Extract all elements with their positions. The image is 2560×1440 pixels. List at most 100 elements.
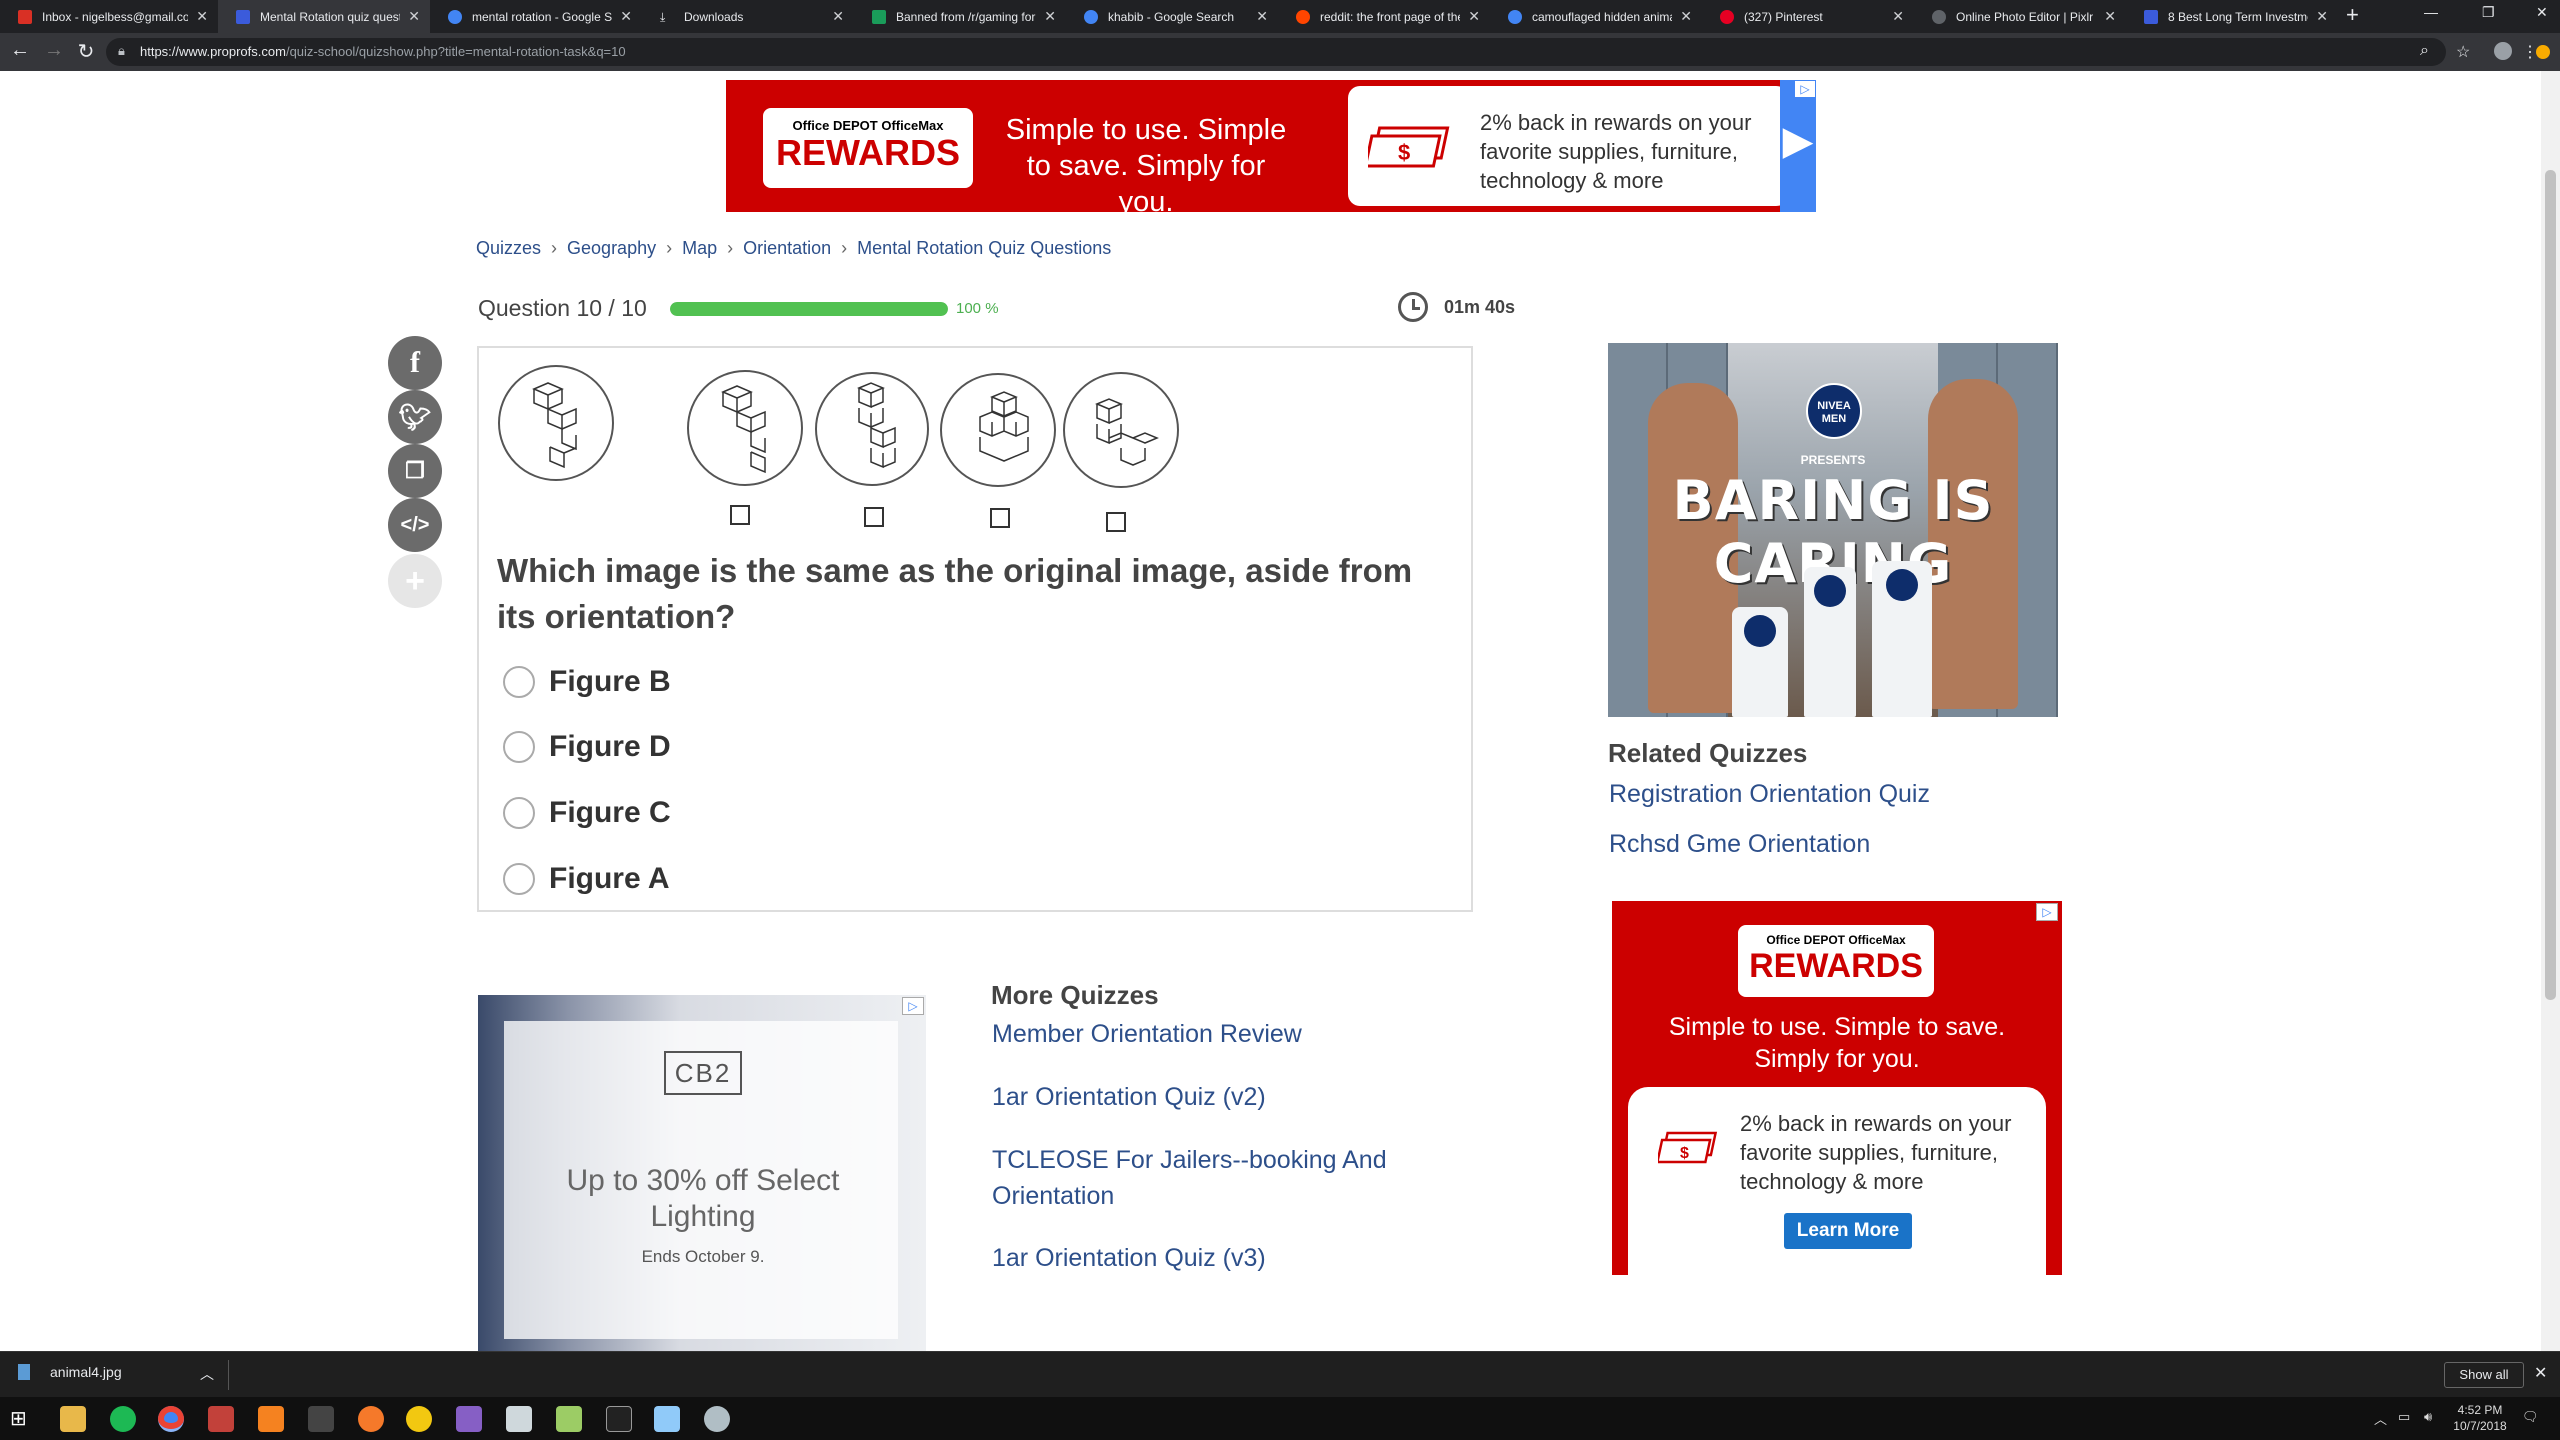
bookmark-star-icon[interactable]: ☆ (2456, 42, 2470, 62)
side-rewards-ad[interactable]: Office DEPOT OfficeMax REWARDS Simple to… (1612, 901, 2062, 1275)
back-button[interactable]: ← (8, 39, 32, 62)
breadcrumb-geography[interactable]: Geography (567, 238, 656, 258)
breadcrumb-quizzes[interactable]: Quizzes (476, 238, 541, 258)
radio-button[interactable] (503, 863, 535, 895)
twitter-icon[interactable]: 🐦︎ (388, 390, 442, 444)
network-icon[interactable]: ▭ (2398, 1409, 2410, 1425)
radio-button[interactable] (503, 797, 535, 829)
close-icon[interactable]: ✕ (408, 8, 420, 25)
close-icon[interactable]: ✕ (2104, 8, 2116, 25)
notification-icon[interactable]: 🗨︎ (2522, 1409, 2539, 1425)
tab-khabib[interactable]: khabib - Google Search ✕ (1066, 0, 1278, 33)
more-quiz-link[interactable]: Member Orientation Review (992, 1016, 1412, 1052)
tab-camouflaged[interactable]: camouflaged hidden animals ✕ (1490, 0, 1702, 33)
close-icon[interactable]: ✕ (1044, 8, 1056, 25)
learn-more-button[interactable]: Learn More (1784, 1213, 1912, 1249)
related-quiz-link[interactable]: Registration Orientation Quiz (1609, 780, 1930, 809)
unity-icon[interactable] (308, 1406, 334, 1432)
tab-pixlr[interactable]: Online Photo Editor | Pixlr E ✕ (1914, 0, 2126, 33)
embed-icon[interactable]: </> (388, 498, 442, 552)
show-all-button[interactable]: Show all (2444, 1362, 2524, 1388)
blender-icon[interactable] (358, 1406, 384, 1432)
tab-inbox[interactable]: Inbox - nigelbess@gmail.com ✕ (0, 0, 218, 33)
breadcrumb-orientation[interactable]: Orientation (743, 238, 831, 258)
window-close-button[interactable]: ✕ (2536, 4, 2548, 21)
tab-downloads[interactable]: ⤓ Downloads ✕ (642, 0, 854, 33)
tab-investments[interactable]: 8 Best Long Term Investments✕ (2126, 0, 2338, 33)
more-quizzes-heading: More Quizzes (991, 980, 1159, 1010)
tab-pinterest[interactable]: (327) Pinterest ✕ (1702, 0, 1914, 33)
close-icon[interactable]: ✕ (2316, 8, 2328, 25)
tab-google-search[interactable]: mental rotation - Google Search✕ (430, 0, 642, 33)
restore-button[interactable]: ❐ (2482, 4, 2495, 21)
tab-mental-rotation[interactable]: Mental Rotation quiz questions✕ (218, 0, 430, 33)
chrome-icon[interactable] (158, 1406, 184, 1432)
app-icon[interactable] (556, 1406, 582, 1432)
address-bar[interactable]: 🔒︎ https://www.proprofs.com/quiz-school/… (106, 38, 2446, 66)
question-text: Which image is the same as the original … (497, 552, 1413, 635)
reload-button[interactable]: ↻ (74, 39, 98, 64)
chevron-up-icon[interactable]: ︿ (200, 1364, 214, 1384)
scrollbar-thumb[interactable] (2545, 170, 2556, 1000)
nivea-ad[interactable]: NIVEA MEN PRESENTS BARING IS CARING (1608, 343, 2058, 717)
close-icon[interactable]: ✕ (620, 8, 632, 25)
figure-c-checkbox[interactable] (990, 508, 1010, 528)
adchoices-icon[interactable]: ▷ (1794, 80, 1816, 98)
copy-icon[interactable]: ❐ (388, 444, 442, 498)
cube-figure-icon (721, 385, 766, 474)
figure-b-checkbox[interactable] (864, 507, 884, 527)
close-icon[interactable]: ✕ (2534, 1363, 2547, 1383)
more-quiz-link[interactable]: 1ar Orientation Quiz (v3) (992, 1240, 1412, 1276)
related-quiz-link[interactable]: Rchsd Gme Orientation (1609, 830, 1870, 859)
adchoices-icon[interactable]: ▷ (902, 997, 924, 1015)
app-icon[interactable] (704, 1406, 730, 1432)
terminal-icon[interactable] (606, 1406, 632, 1432)
volume-icon[interactable]: 🔊︎ (2424, 1409, 2432, 1425)
answer-option[interactable]: Figure A (503, 859, 670, 899)
app-icon[interactable] (406, 1406, 432, 1432)
matlab-icon[interactable] (208, 1406, 234, 1432)
close-icon[interactable]: ✕ (1256, 8, 1268, 25)
zoom-icon[interactable]: ⌕ (2420, 42, 2429, 60)
close-icon[interactable]: ✕ (1892, 8, 1904, 25)
ad-next-arrow[interactable]: ▶ (1780, 80, 1816, 212)
close-icon[interactable]: ✕ (1680, 8, 1692, 25)
profile-avatar[interactable] (2494, 42, 2512, 60)
top-banner-ad[interactable]: Office DEPOT OfficeMax REWARDS Simple to… (726, 80, 1816, 218)
forward-button[interactable]: → (42, 39, 66, 62)
more-quiz-link[interactable]: 1ar Orientation Quiz (v2) (992, 1079, 1412, 1115)
page-icon (872, 9, 886, 24)
radio-button[interactable] (503, 666, 535, 698)
tab-reddit[interactable]: reddit: the front page of the ✕ (1278, 0, 1490, 33)
figure-a-checkbox[interactable] (730, 505, 750, 525)
facebook-icon[interactable]: f (388, 336, 442, 390)
close-icon[interactable]: ✕ (832, 8, 844, 25)
more-icon[interactable]: + (388, 554, 442, 608)
adchoices-icon[interactable]: ▷ (2036, 903, 2058, 921)
app-icon[interactable] (654, 1406, 680, 1432)
answer-option[interactable]: Figure C (503, 793, 671, 833)
spotify-icon[interactable] (110, 1406, 136, 1432)
update-icon[interactable] (2536, 45, 2550, 59)
new-tab-button[interactable]: + (2346, 2, 2359, 28)
figure-d-checkbox[interactable] (1106, 512, 1126, 532)
close-icon[interactable]: ✕ (196, 8, 208, 25)
more-quiz-link[interactable]: TCLEOSE For Jailers--booking And Orienta… (992, 1142, 1412, 1214)
radio-button[interactable] (503, 731, 535, 763)
breadcrumb-map[interactable]: Map (682, 238, 717, 258)
breadcrumb-current[interactable]: Mental Rotation Quiz Questions (857, 238, 1111, 258)
sublime-icon[interactable] (258, 1406, 284, 1432)
tab-banned-gaming[interactable]: Banned from /r/gaming for ✕ (854, 0, 1066, 33)
windows-start-icon[interactable]: ⊞ (10, 1406, 36, 1432)
minimize-button[interactable]: — (2424, 4, 2438, 20)
file-explorer-icon[interactable] (60, 1406, 86, 1432)
cb2-ad[interactable]: CB2 Up to 30% off Select Lighting Ends O… (478, 995, 926, 1351)
download-item[interactable]: animal4.jpg (18, 1364, 122, 1380)
visual-studio-icon[interactable] (456, 1406, 482, 1432)
close-icon[interactable]: ✕ (1468, 8, 1480, 25)
chevron-up-icon[interactable]: ︿ (2374, 1409, 2387, 1428)
system-clock[interactable]: 4:52 PM 10/7/2018 (2440, 1402, 2520, 1434)
app-icon[interactable] (506, 1406, 532, 1432)
answer-option[interactable]: Figure B (503, 662, 671, 702)
answer-option[interactable]: Figure D (503, 727, 671, 767)
